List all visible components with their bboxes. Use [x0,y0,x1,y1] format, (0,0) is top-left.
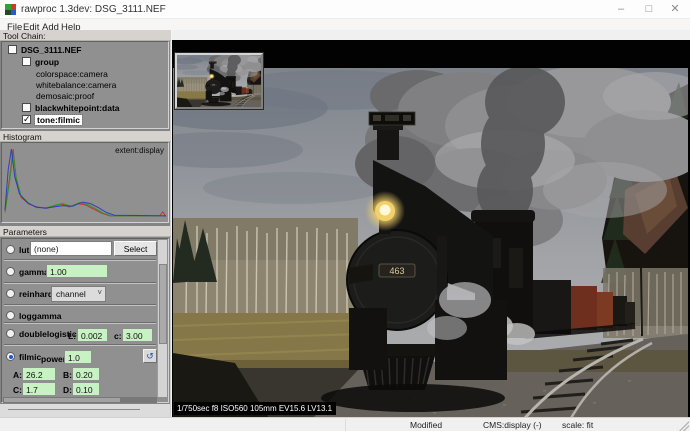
toolchain-item-whitebalance[interactable]: whitebalance:camera [36,79,116,90]
status-modified: Modified [410,420,442,430]
navigator-thumbnail[interactable] [175,53,263,109]
histogram-panel[interactable]: extent:display [1,142,169,223]
checkbox-unchecked[interactable] [22,103,31,112]
left-panel: Tool Chain: DSG_3111.NEF group colorspac… [0,30,171,417]
histogram-plot [3,144,168,221]
row-divider [4,259,156,261]
reset-icon[interactable]: ↺ [143,349,157,363]
scrollbar-thumb[interactable] [4,398,120,402]
radio-filmic[interactable] [6,352,15,361]
checkbox-unchecked[interactable] [8,45,17,54]
lut-file-input[interactable]: (none) [30,241,112,256]
checkbox-unchecked[interactable] [22,57,31,66]
reinhard-label: reinhard [19,289,53,299]
lut-label: lut [19,245,29,255]
histogram-curve-blue [5,149,166,216]
radio-loggamma[interactable] [6,311,15,320]
histogram-curve-red [5,149,166,217]
filmic-a-field[interactable]: 26.2 [22,367,56,381]
parameters-header: Parameters [0,226,171,237]
title-bar: rawproc 1.3dev: DSG_3111.NEF – □ ✕ [0,0,690,19]
histogram-header: Histogram [0,131,171,142]
exif-info-overlay: 1/750sec f8 ISO560 105mm EV15.6 LV13.1 [174,402,336,415]
lut-select-button[interactable]: Select [114,241,157,256]
parameters-panel: lut (none) Select gamma 1.00 reinhard ch… [1,238,169,403]
photo-train[interactable] [173,68,688,418]
filmic-d-label: D: [63,385,72,395]
tool-chain-header: Tool Chain: [0,30,171,41]
parameters-vertical-scrollbar[interactable] [157,240,167,397]
toolchain-item-tone-filmic[interactable]: ✓tone:filmic [22,114,82,125]
dlog-c-label: c: [114,331,122,341]
thumbnail-photo [177,55,261,107]
status-scale: scale: fit [562,420,593,430]
checkbox-checked[interactable]: ✓ [22,115,31,124]
left-panel-bottom-strip [0,404,170,417]
toolchain-item-blackwhitepoint[interactable]: blackwhitepoint:data [22,102,120,113]
bottom-scrollbar[interactable] [8,409,140,410]
toolchain-item-group[interactable]: group [22,56,59,67]
window-title: rawproc 1.3dev: DSG_3111.NEF [21,4,166,15]
close-button[interactable]: ✕ [664,2,686,17]
toolchain-item-file[interactable]: DSG_3111.NEF [8,44,81,55]
row-divider [4,344,156,346]
parameters-horizontal-scrollbar[interactable] [3,397,157,403]
radio-gamma[interactable] [6,267,15,276]
filmic-b-label: B: [63,370,72,380]
status-bar: Modified CMS:display (-) scale: fit [0,417,690,431]
filmic-a-label: A: [13,370,22,380]
filmic-c-field[interactable]: 1.7 [22,382,56,396]
gamma-label: gamma [19,267,49,277]
app-icon [5,4,16,15]
status-separator [345,419,346,431]
image-canvas[interactable]: 1/750sec f8 ISO560 105mm EV15.6 LV13.1 [172,40,690,417]
row-divider [4,282,156,284]
image-panel: 1/750sec f8 ISO560 105mm EV15.6 LV13.1 [172,30,690,417]
row-divider [4,304,156,306]
filmic-label: filmic [19,352,41,362]
dlog-c-field[interactable]: 3.00 [122,328,153,342]
status-cms: CMS:display (-) [483,420,542,430]
reinhard-mode-dropdown[interactable]: channel˅ [51,286,106,302]
maximize-button[interactable]: □ [638,2,660,17]
filmic-d-field[interactable]: 0.10 [72,382,100,396]
radio-lut[interactable] [6,245,15,254]
chevron-down-icon: ˅ [97,288,102,297]
rawproc-window: 463 rawproc 1.3dev: DSG_3111.NEF – □ ✕ F… [0,0,690,431]
loggamma-label: loggamma [19,311,62,321]
filmic-c-label: C: [13,385,22,395]
toolchain-item-demosaic[interactable]: demosaic:proof [36,90,94,101]
radio-reinhard[interactable] [6,289,15,298]
filmic-power-field[interactable]: 1.0 [64,350,92,364]
resize-grip-icon[interactable] [679,421,689,431]
histogram-curve-green [5,153,166,216]
minimize-button[interactable]: – [610,2,632,17]
filmic-b-field[interactable]: 0.20 [72,367,100,381]
radio-doublelogistic[interactable] [6,329,15,338]
toolchain-item-colorspace[interactable]: colorspace:camera [36,68,108,79]
tool-chain-tree: DSG_3111.NEF group colorspace:camera whi… [1,41,169,129]
scrollbar-thumb[interactable] [159,264,167,344]
gamma-value-field[interactable]: 1.00 [46,264,108,278]
dlog-l-field[interactable]: 0.002 [77,328,108,342]
row-divider [4,322,156,324]
dlog-l-label: L: [68,331,76,341]
